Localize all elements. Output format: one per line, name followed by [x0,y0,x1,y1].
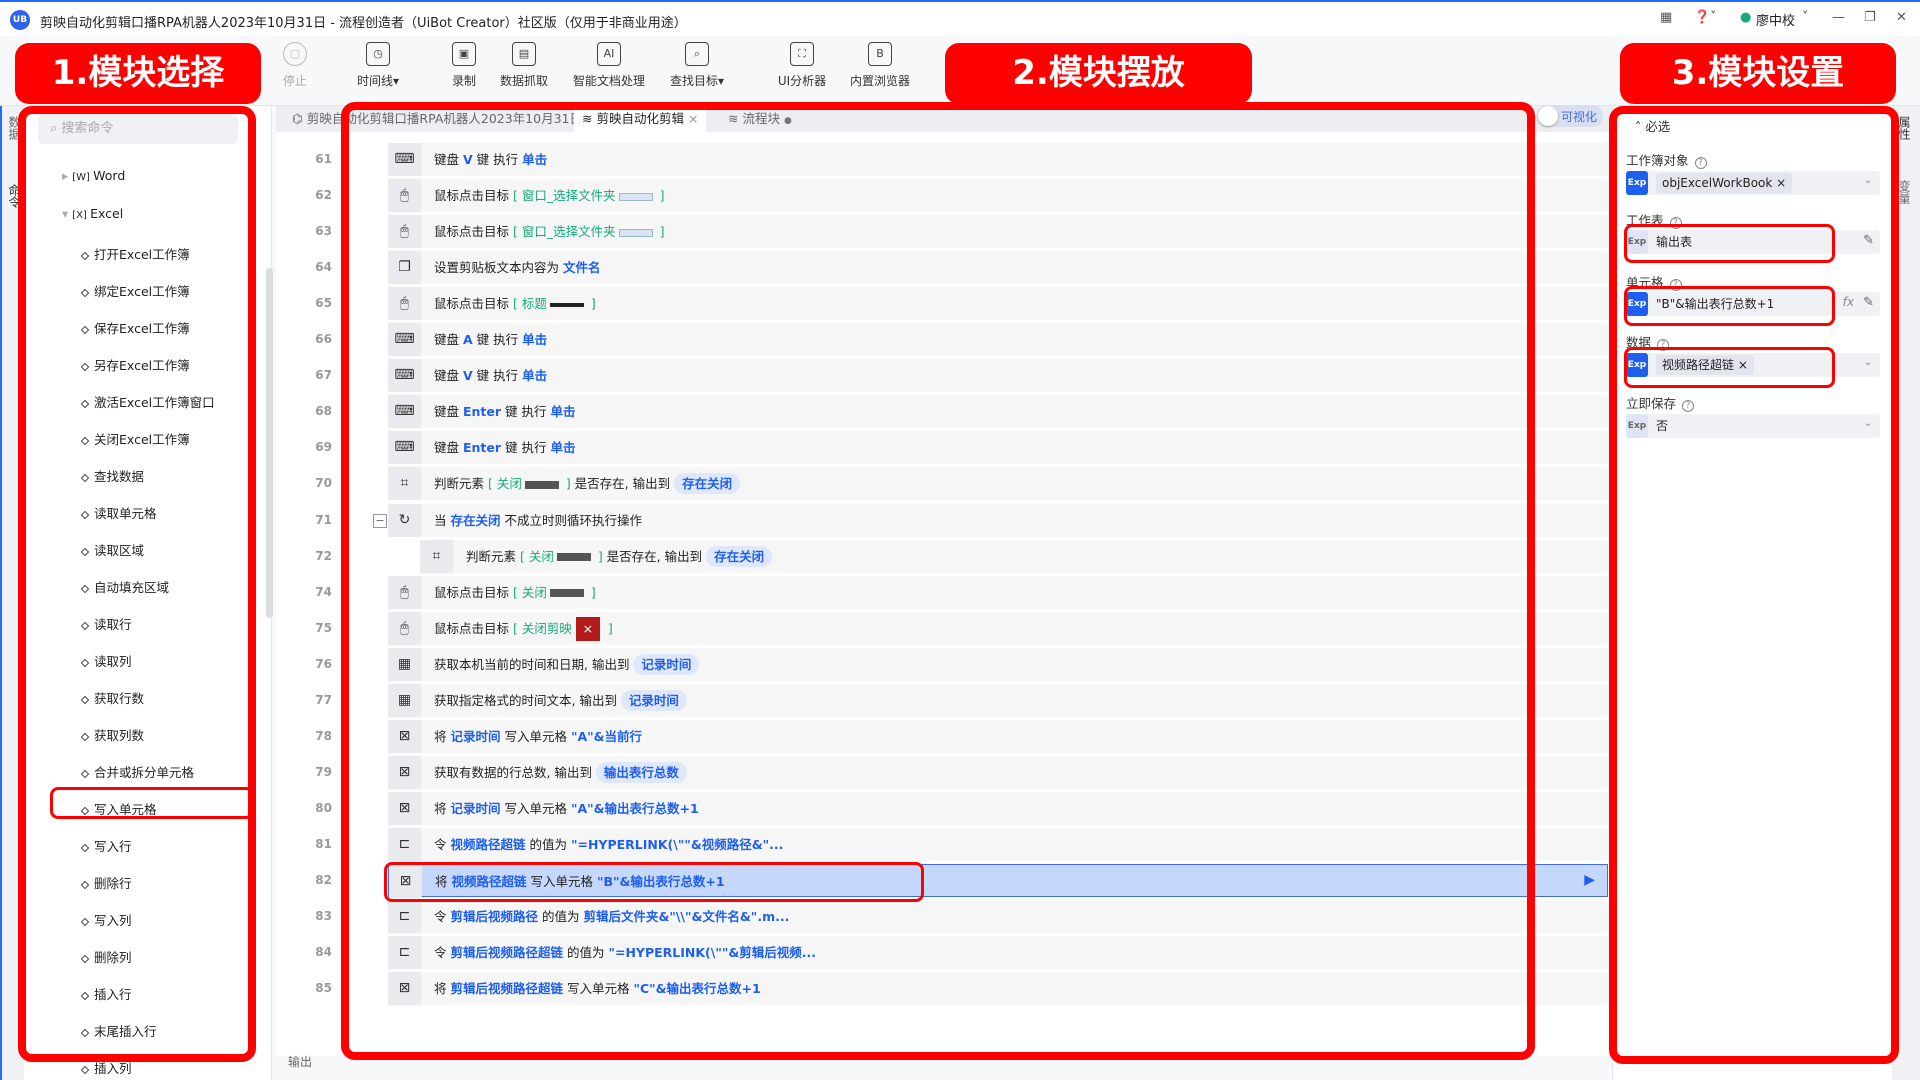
left-scrollbar[interactable] [266,268,273,618]
line-number: 74 [315,584,332,599]
line-number: 61 [315,152,332,166]
toolbar-button-stop[interactable]: ▢ 停止 [250,42,340,89]
line-number: 78 [315,728,332,743]
line-number: 79 [315,764,332,779]
toolbar-button-ui-analyzer[interactable]: ⛶ UI分析器 [757,42,847,89]
highlight-write-cell-command [50,787,254,819]
annotation-label-3: 3.模块设置 [1620,43,1896,104]
line-number: 62 [315,188,332,203]
apps-icon[interactable]: ▦ [1660,10,1672,25]
line-number: 83 [315,909,332,924]
command-item-label: 插入列 [94,1061,132,1076]
toolbar-button-label: 停止 [282,74,307,88]
highlight-cell-field [1624,286,1835,326]
browser-icon: B [868,42,892,66]
annotation-label-2: 2.模块摆放 [945,43,1252,104]
toolbar-button-label: 查找目标▾ [669,74,725,88]
online-status-icon: ● [1740,10,1752,25]
annotation-label-1: 1.模块选择 [15,43,261,104]
line-number: 71 [315,512,332,527]
line-number: 64 [315,260,332,275]
line-number: 81 [315,836,332,851]
toolbar-button-label: 内置浏览器 [849,74,910,88]
visual-toggle[interactable]: 可视化 [1537,105,1603,127]
line-number: 63 [315,224,332,239]
toolbar-button-label: UI分析器 [777,74,827,88]
user-menu[interactable]: 廖中校 [1756,10,1795,29]
toolbar-button-browser[interactable]: B 内置浏览器 [835,42,925,89]
diamond-icon [80,1065,90,1074]
toolbar-button-find-target[interactable]: ⌕ 查找目标▾ [652,42,742,89]
toolbar-button-label: 时间线▾ [356,74,400,88]
line-number: 84 [315,945,332,960]
flowchart-icon: ⌬ [292,111,307,126]
find-target-icon: ⌕ [685,42,709,66]
toolbar-button-label: 智能文档处理 [572,74,645,88]
highlight-row-82 [384,862,924,902]
line-number: 69 [315,440,332,455]
line-number: 65 [315,296,332,311]
highlight-data-field [1624,347,1835,388]
toolbar-button-label: 数据抓取 [499,74,548,88]
stop-icon: ▢ [283,42,307,66]
app-logo: UB [10,10,30,30]
annotation-box-module-place [341,102,1535,1060]
help-icon[interactable]: ❓˅ [1694,10,1717,25]
line-number: 68 [315,404,332,419]
output-panel-tab[interactable]: 输出 [288,1053,312,1070]
close-icon[interactable]: ✕ [1896,10,1907,25]
line-number: 66 [315,332,332,347]
clock-icon: ◷ [366,42,390,66]
line-number: 72 [315,548,332,563]
data-scrape-icon: ▤ [512,42,536,66]
user-chevron-icon[interactable]: ˅ [1802,10,1809,25]
window-title: 剪映自动化剪辑口播RPA机器人2023年10月31日 - 流程创造者（UiBot… [40,16,687,31]
visual-toggle-label: 可视化 [1561,110,1598,124]
toggle-knob [1538,106,1558,126]
title-bar: UB 剪映自动化剪辑口播RPA机器人2023年10月31日 - 流程创造者（Ui… [0,0,1920,36]
line-number: 70 [315,476,332,491]
ai-doc-icon: AI [597,42,621,66]
highlight-sheet-field [1624,224,1835,263]
minimize-icon[interactable]: — [1832,10,1845,25]
toolbar-button-clock[interactable]: ◷ 时间线▾ [333,42,423,89]
line-number: 75 [315,620,332,635]
ui-analyzer-icon: ⛶ [790,42,814,66]
maximize-icon[interactable]: ❐ [1864,10,1876,25]
line-number: 80 [315,800,332,815]
record-icon: ▣ [452,42,476,66]
line-number: 85 [315,981,332,996]
toolbar-button-data-scrape[interactable]: ▤ 数据抓取 [479,42,569,89]
line-number: 77 [315,692,332,707]
toolbar-button-label: 录制 [451,74,476,88]
toolbar-button-ai-doc[interactable]: AI 智能文档处理 [564,42,654,89]
line-number: 67 [315,368,332,383]
annotation-box-module-select [18,106,256,1062]
line-number: 82 [315,873,332,887]
run-step-icon[interactable]: ▶ [1584,872,1595,888]
line-number: 76 [315,656,332,671]
